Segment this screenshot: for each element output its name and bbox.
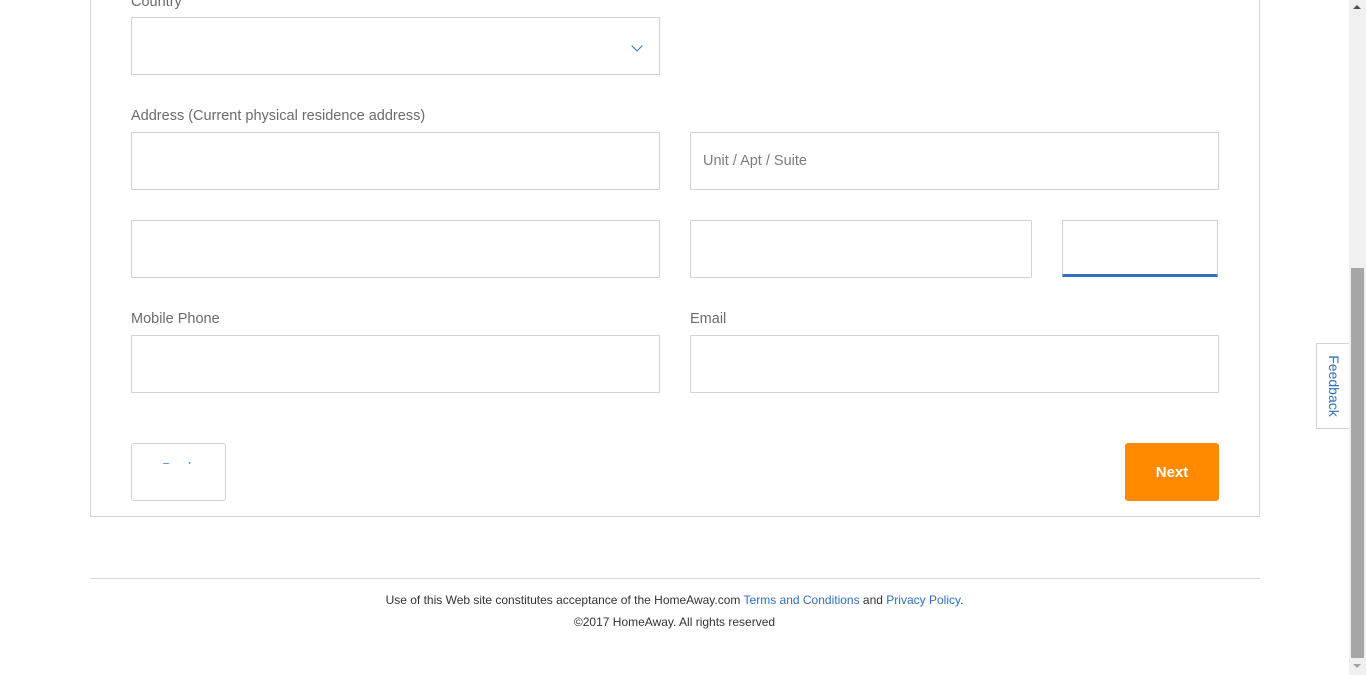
footer-suffix: . [960,593,964,607]
email-label: Email [690,311,727,327]
street-address-input[interactable] [131,132,660,190]
back-button[interactable]: Back [131,443,226,501]
privacy-policy-link[interactable]: Privacy Policy [886,593,960,607]
email-input[interactable] [690,335,1219,393]
feedback-label: Feedback [1325,355,1342,417]
city-input[interactable] [131,220,660,278]
country-select[interactable] [131,17,660,75]
address-label: Address (Current physical residence addr… [131,108,426,124]
back-button-label: Back [162,460,196,477]
footer-prefix: Use of this Web site constitutes accepta… [385,593,744,607]
state-input[interactable] [690,220,1032,278]
footer-legal-text: Use of this Web site constitutes accepta… [0,593,1349,607]
postal-code-input[interactable] [1062,220,1218,277]
scroll-down-arrow-icon[interactable] [1353,664,1361,668]
next-button[interactable]: Next [1125,443,1219,501]
unit-apt-suite-input[interactable] [690,132,1219,190]
vertical-scrollbar[interactable] [1349,0,1366,675]
terms-and-conditions-link[interactable]: Terms and Conditions [744,593,860,607]
footer-divider [90,578,1260,579]
country-label: Country [131,0,182,10]
mobile-phone-label: Mobile Phone [131,311,220,327]
mobile-phone-input[interactable] [131,335,660,393]
chevron-down-icon [631,40,643,52]
scroll-up-arrow-icon[interactable] [1353,5,1361,9]
copyright-text: ©2017 HomeAway. All rights reserved [573,615,776,629]
feedback-tab[interactable]: Feedback [1316,343,1350,429]
footer-middle: and [859,593,887,607]
back-button-notch [223,466,225,490]
scrollbar-thumb[interactable] [1351,268,1364,658]
